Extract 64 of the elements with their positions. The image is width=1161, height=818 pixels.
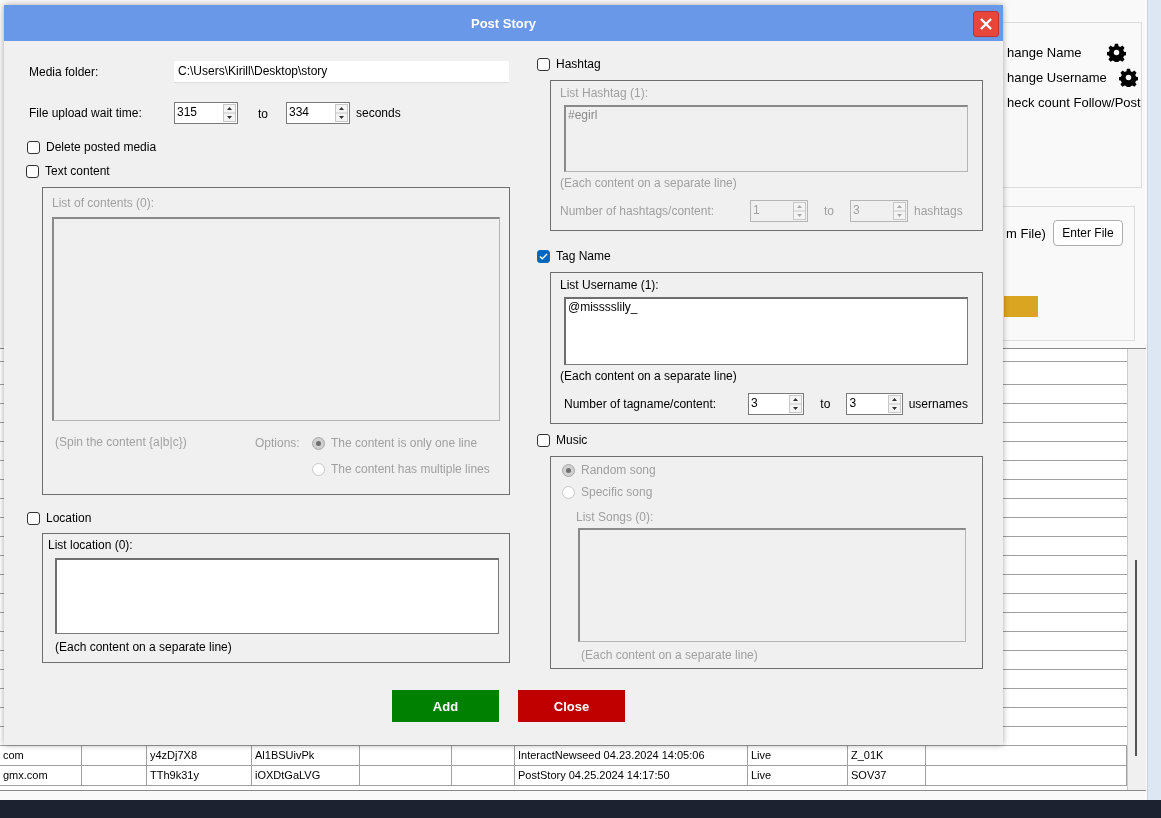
hint-text: (Each content on a separate line) (581, 648, 759, 662)
hint-text: (Spin the content {a|b|c}) (55, 435, 188, 449)
table-cell: Z_01K (848, 746, 926, 765)
file-label: m File) (1006, 226, 1046, 242)
unit-label: usernames (908, 397, 968, 411)
input-field[interactable]: C:\Users\Kirill\Desktop\story (174, 61, 509, 83)
to-label: to (820, 397, 831, 411)
add-button[interactable]: Add (392, 690, 499, 722)
close-button[interactable]: Close (518, 690, 625, 722)
option-label: hange Username (1007, 69, 1107, 86)
scrollbar[interactable] (1127, 349, 1146, 790)
checkbox[interactable] (27, 140, 40, 154)
hint-text: (Each content on a separate line) (560, 369, 738, 383)
number-field[interactable]: 334 (286, 102, 350, 124)
table-cell: gmx.com (0, 766, 82, 785)
gear-icon[interactable] (1118, 68, 1138, 87)
number-field[interactable]: 3 (748, 393, 805, 415)
list-label: List of contents (0): (52, 196, 156, 210)
table-cell: com (0, 746, 82, 765)
unit-label: seconds (356, 106, 401, 120)
close-button[interactable] (973, 11, 999, 37)
table-cell: SOV37 (848, 766, 926, 785)
option-label: heck count Follow/Post (1007, 94, 1141, 111)
table-cell: PostStory 04.25.2024 14:17:50 (515, 766, 748, 785)
number-field[interactable]: 315 (174, 102, 238, 124)
table-cell: InteractNewseed 04.23.2024 14:05:06 (515, 746, 748, 765)
field-label: Media folder: (29, 65, 100, 79)
to-label: to (824, 204, 834, 218)
checkbox[interactable] (27, 511, 40, 525)
table-cell: Live (748, 746, 848, 765)
scrollbar-thumb[interactable] (1135, 560, 1137, 756)
list-label: List Hashtag (1): (560, 86, 650, 100)
table-cell: Al1BSUivPk (252, 746, 360, 765)
enter-file-button[interactable]: Enter File (1053, 220, 1123, 246)
gear-icon[interactable] (1107, 43, 1126, 62)
close-icon[interactable] (979, 17, 993, 31)
table-cell: TTh9k31y (147, 766, 252, 785)
list-label: List Username (1): (560, 278, 660, 292)
list-label: List Songs (0): (576, 510, 655, 524)
count-label: Number of hashtags/content: (560, 204, 716, 218)
spin-arrows-icon[interactable] (887, 395, 901, 413)
spin-arrows-icon[interactable] (223, 104, 236, 122)
field-label: File upload wait time: (29, 106, 143, 120)
spin-arrows-icon[interactable] (789, 395, 803, 413)
to-label: to (258, 107, 268, 121)
checkbox-label[interactable]: Delete posted media (46, 140, 157, 154)
hint-text: (Each content on a separate line) (560, 176, 738, 190)
checkbox-label[interactable]: Location (46, 511, 92, 525)
number-field[interactable]: 3 (846, 393, 903, 415)
count-label: Number of tagname/content: (564, 397, 718, 411)
hint-text: (Each content on a separate line) (55, 640, 233, 654)
options-label: Options: (255, 436, 301, 450)
table-cell: Live (748, 766, 848, 785)
checkbox-label[interactable]: Tag Name (556, 249, 611, 263)
table-cell: iOXDtGaLVG (252, 766, 360, 785)
unit-label: hashtags (914, 204, 963, 218)
window-title: Post Story (471, 15, 536, 31)
text-area[interactable]: @misssslily_ (564, 297, 968, 365)
table-cell: y4zDj7X8 (147, 746, 252, 765)
option-label: hange Name (1007, 44, 1083, 61)
text-area[interactable] (55, 558, 499, 634)
checkbox[interactable] (537, 249, 550, 263)
spin-arrows-icon[interactable] (335, 104, 348, 122)
list-label: List location (0): (48, 538, 134, 552)
